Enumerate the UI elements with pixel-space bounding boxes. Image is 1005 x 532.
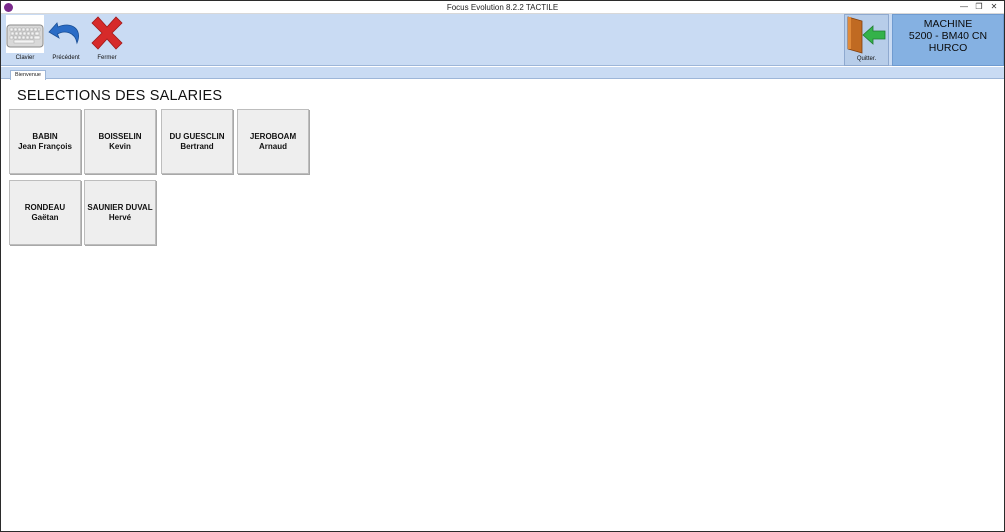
red-x-icon xyxy=(91,16,123,50)
window-title: Focus Evolution 8.2.2 TACTILE xyxy=(446,3,559,12)
quit-label: Quitter. xyxy=(856,56,877,62)
main-content: SELECTIONS DES SALARIES BABIN Jean Franç… xyxy=(1,80,1004,531)
tab-strip: Bienvenue xyxy=(1,67,1004,80)
employee-button-babin[interactable]: BABIN Jean François xyxy=(9,109,81,174)
employee-last-name: RONDEAU xyxy=(24,202,66,212)
employee-button-boisselin[interactable]: BOISSELIN Kevin xyxy=(84,109,156,174)
employee-first-name: Bertrand xyxy=(180,141,214,151)
employee-first-name: Kevin xyxy=(109,141,131,151)
app-window: Focus Evolution 8.2.2 TACTILE — ❐ ✕ Clav… xyxy=(0,0,1005,532)
maximize-button[interactable]: ❐ xyxy=(972,1,986,14)
previous-button[interactable]: Précédent xyxy=(46,14,86,66)
keyboard-label: Clavier xyxy=(15,55,35,61)
employee-first-name: Hervé xyxy=(108,212,132,222)
exit-door-icon xyxy=(847,16,886,54)
title-bar: Focus Evolution 8.2.2 TACTILE — ❐ ✕ xyxy=(1,1,1004,14)
employee-button-saunier-duval[interactable]: SAUNIER DUVAL Hervé xyxy=(84,180,156,245)
machine-title: MACHINE xyxy=(923,18,973,30)
employee-last-name: JEROBOAM xyxy=(249,131,297,141)
keyboard-icon xyxy=(6,15,44,53)
employee-last-name: SAUNIER DUVAL xyxy=(87,202,153,212)
keyboard-button[interactable]: Clavier xyxy=(5,14,45,66)
machine-brand: HURCO xyxy=(928,42,968,54)
employee-button-du-guesclin[interactable]: DU GUESCLIN Bertrand xyxy=(161,109,233,174)
employee-last-name: DU GUESCLIN xyxy=(169,131,225,141)
previous-label: Précédent xyxy=(52,55,80,61)
minimize-button[interactable]: — xyxy=(957,1,971,14)
employee-button-jeroboam[interactable]: JEROBOAM Arnaud xyxy=(237,109,309,174)
employee-first-name: Arnaud xyxy=(259,141,287,151)
employee-first-name: Jean François xyxy=(18,141,72,151)
employee-last-name: BOISSELIN xyxy=(98,131,142,141)
employee-first-name: Gaëtan xyxy=(31,212,59,222)
employee-button-rondeau[interactable]: RONDEAU Gaëtan xyxy=(9,180,81,245)
close-button[interactable]: Fermer xyxy=(87,14,127,66)
close-label: Fermer xyxy=(97,55,117,61)
close-window-button[interactable]: ✕ xyxy=(987,1,1001,14)
tab-bienvenue[interactable]: Bienvenue xyxy=(10,70,46,80)
employee-last-name: BABIN xyxy=(32,131,58,141)
undo-arrow-icon xyxy=(48,22,79,45)
machine-info-panel: MACHINE 5200 - BM40 CN HURCO xyxy=(892,14,1004,66)
page-title: SELECTIONS DES SALARIES xyxy=(17,88,223,104)
machine-model: 5200 - BM40 CN xyxy=(908,30,988,42)
quit-button[interactable]: Quitter. xyxy=(844,14,889,66)
